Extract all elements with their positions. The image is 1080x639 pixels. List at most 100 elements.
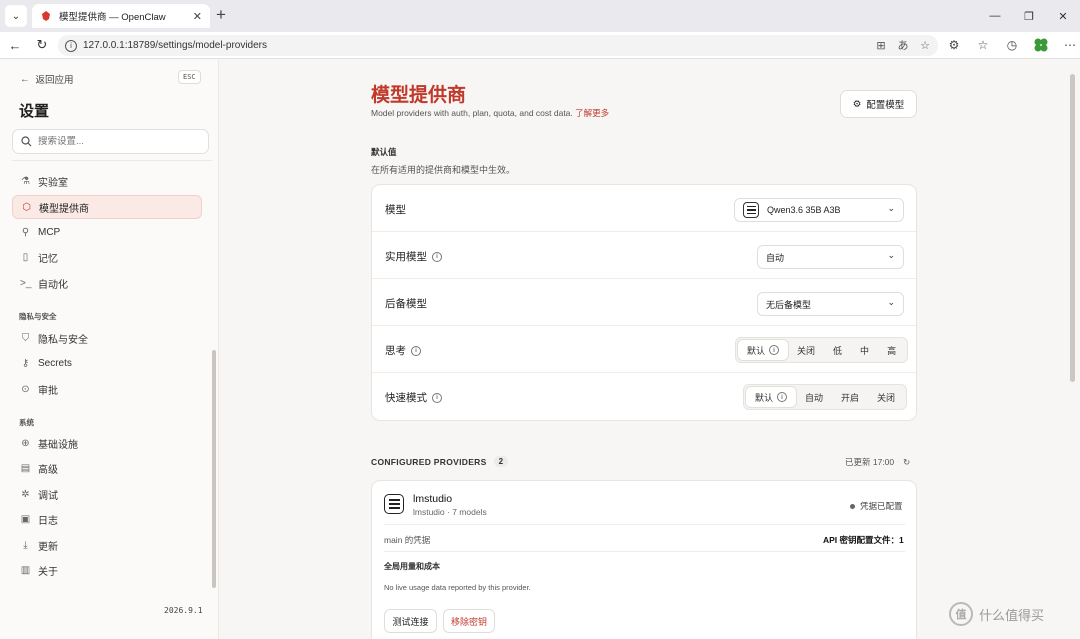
- main-scrollbar[interactable]: [1070, 74, 1075, 382]
- section-privacy-label: 隐私与安全: [19, 312, 57, 321]
- status-dot-icon: [850, 503, 855, 509]
- app-root: ← 返回应用 ESC 设置 ⚗ 实验室 ⬡ 模型提供商 ⚲ MCP ▯ 记忆 >…: [0, 60, 1080, 639]
- credentials-label: main 的凭据: [384, 535, 431, 545]
- test-connection-button[interactable]: 测试连接: [384, 609, 437, 633]
- esc-key-badge[interactable]: ESC: [178, 70, 201, 84]
- model-select-value: Qwen3.6 35B A3B: [767, 205, 841, 215]
- utility-model-label: 实用模型 i: [385, 249, 442, 264]
- document-icon: ▤: [20, 462, 31, 474]
- sidebar-item-secrets[interactable]: ⚷ Secrets: [12, 351, 202, 375]
- favorites-list-icon[interactable]: ☆: [973, 35, 993, 55]
- sidebar-item-label: 日志: [38, 515, 58, 527]
- learn-more-link[interactable]: 了解更多: [575, 108, 609, 118]
- thinking-option-medium[interactable]: 中: [851, 340, 878, 360]
- apps-icon[interactable]: ⊞: [874, 37, 888, 53]
- history-icon[interactable]: ◷: [1002, 35, 1022, 55]
- sidebar-item-mcp[interactable]: ⚲ MCP: [12, 220, 202, 244]
- url-actions: ⊞ あ ☆: [874, 37, 932, 53]
- utility-model-select[interactable]: 自动 ⌄: [757, 245, 904, 269]
- sidebar-item-logs[interactable]: ▣ 日志: [12, 507, 202, 531]
- browser-tab-active[interactable]: 模型提供商 — OpenClaw ✕: [32, 4, 210, 28]
- close-window-icon[interactable]: ✕: [1046, 0, 1080, 32]
- minimize-icon[interactable]: —: [978, 0, 1012, 32]
- defaults-card: 模型 Qwen3.6 35B A3B ⌄ 实用模型 i 自动 ⌄ 后备模型 无后备…: [371, 184, 917, 421]
- fast-option-on[interactable]: 开启: [832, 387, 868, 407]
- defaults-section-label: 默认值: [371, 147, 397, 157]
- notebook-icon: ▯: [22, 251, 29, 263]
- settings-search-box[interactable]: [12, 129, 209, 154]
- site-info-icon[interactable]: i: [65, 39, 77, 52]
- sidebar-scrollbar[interactable]: [212, 350, 216, 588]
- back-label: 返回应用: [35, 75, 74, 86]
- sidebar-item-label: 审批: [38, 385, 58, 397]
- terminal-icon: >_: [20, 277, 32, 289]
- fallback-model-value: 无后备模型: [766, 299, 812, 310]
- fallback-model-select[interactable]: 无后备模型 ⌄: [757, 292, 904, 316]
- api-key-profiles-count: API 密钥配置文件：1: [823, 535, 904, 545]
- model-select[interactable]: Qwen3.6 35B A3B ⌄: [734, 198, 904, 222]
- fast-option-auto[interactable]: 自动: [796, 387, 832, 407]
- app-version: 2026.9.1: [164, 606, 203, 615]
- maximize-icon[interactable]: ❐: [1012, 0, 1046, 32]
- reload-icon[interactable]: ↻: [32, 35, 52, 55]
- fast-mode-segmented-control: 默认 i 自动 开启 关闭: [743, 384, 908, 410]
- row-utility-model: 实用模型 i 自动 ⌄: [372, 232, 916, 279]
- info-icon[interactable]: i: [432, 251, 442, 262]
- sidebar-item-model-providers[interactable]: ⬡ 模型提供商: [12, 195, 202, 219]
- fast-option-off[interactable]: 关闭: [868, 387, 904, 407]
- thinking-option-high[interactable]: 高: [878, 340, 905, 360]
- sidebar-divider: [12, 160, 212, 161]
- info-icon: i: [769, 345, 780, 355]
- info-icon[interactable]: i: [432, 392, 442, 403]
- remove-key-button[interactable]: 移除密钥: [443, 609, 495, 633]
- clover-extension-icon[interactable]: [1031, 35, 1051, 55]
- settings-search-input[interactable]: [38, 136, 198, 147]
- sidebar-item-label: 高级: [38, 464, 58, 476]
- refresh-icon[interactable]: ↻: [903, 457, 910, 468]
- arrow-left-icon: ←: [20, 73, 30, 85]
- thinking-option-default[interactable]: 默认 i: [738, 340, 789, 360]
- provider-divider: [384, 524, 905, 525]
- sidebar-item-privacy[interactable]: ⛉ 隐私与安全: [12, 326, 202, 350]
- back-arrow-icon[interactable]: ←: [5, 35, 25, 55]
- chevron-down-icon: ⌄: [887, 297, 895, 307]
- close-tab-icon[interactable]: ✕: [193, 10, 202, 23]
- row-model: 模型 Qwen3.6 35B A3B ⌄: [372, 185, 916, 232]
- sidebar-item-approvals[interactable]: ⊙ 审批: [12, 377, 202, 401]
- back-to-app-link[interactable]: ← 返回应用: [20, 72, 74, 87]
- configure-models-button[interactable]: ⚙ 配置模型: [840, 90, 917, 118]
- configure-models-label: 配置模型: [866, 100, 905, 111]
- sidebar-item-advanced[interactable]: ▤ 高级: [12, 456, 202, 480]
- updated-status: 已更新 17:00 ↻: [845, 456, 910, 468]
- info-doc-icon: ▥: [20, 564, 31, 576]
- flask-icon: ⚗: [21, 175, 30, 187]
- watermark-logo-icon: 值: [949, 602, 973, 626]
- thinking-option-low[interactable]: 低: [824, 340, 851, 360]
- sidebar-item-label: 记忆: [38, 253, 58, 265]
- sidebar-item-label: 基础设施: [38, 439, 78, 451]
- fast-option-default[interactable]: 默认 i: [746, 387, 797, 407]
- sidebar-item-infrastructure[interactable]: ⊕ 基础设施: [12, 431, 202, 455]
- usage-cost-desc: No live usage data reported by this prov…: [384, 583, 531, 592]
- chevron-down-icon: ⌄: [887, 203, 895, 213]
- model-label-text: 模型: [385, 204, 406, 216]
- sidebar-item-about[interactable]: ▥ 关于: [12, 558, 202, 582]
- gear-icon: ⚙: [852, 98, 862, 110]
- tab-list-button[interactable]: ⌄: [5, 5, 27, 27]
- sidebar-item-lab[interactable]: ⚗ 实验室: [12, 169, 202, 193]
- page-subtitle: Model providers with auth, plan, quota, …: [371, 107, 609, 119]
- new-tab-icon[interactable]: +: [216, 5, 226, 25]
- row-thinking: 思考 i 默认 i 关闭 低 中 高: [372, 326, 916, 373]
- info-icon[interactable]: i: [411, 345, 421, 356]
- sidebar-item-debug[interactable]: ✲ 调试: [12, 482, 202, 506]
- sidebar-item-memory[interactable]: ▯ 记忆: [12, 245, 202, 269]
- sidebar-item-updates[interactable]: ⤓ 更新: [12, 533, 202, 557]
- sidebar-item-label: 关于: [38, 566, 58, 578]
- sidebar-item-automation[interactable]: >_ 自动化: [12, 271, 202, 295]
- extensions-icon[interactable]: ⚙: [944, 35, 964, 55]
- translate-icon[interactable]: あ: [896, 37, 910, 53]
- url-field[interactable]: i 127.0.0.1:18789/settings/model-provide…: [58, 35, 938, 56]
- thinking-option-off[interactable]: 关闭: [788, 340, 824, 360]
- favorite-star-icon[interactable]: ☆: [918, 37, 932, 53]
- more-menu-icon[interactable]: ⋯: [1060, 35, 1080, 55]
